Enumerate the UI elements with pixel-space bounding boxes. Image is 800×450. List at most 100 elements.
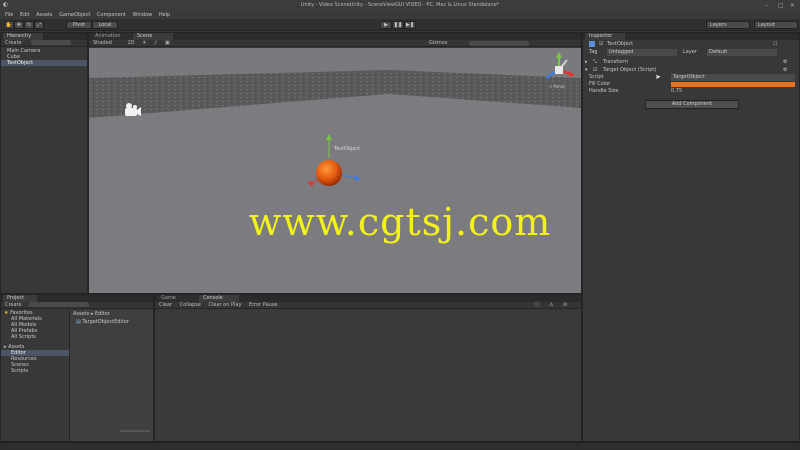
scene-search-input[interactable] <box>469 41 529 46</box>
console-log-area[interactable] <box>155 310 581 441</box>
layer-dropdown[interactable]: Default <box>707 49 777 56</box>
light-toggle-icon[interactable]: ☀ <box>142 40 146 46</box>
hierarchy-create-button[interactable]: Create <box>5 40 22 46</box>
transform-header[interactable]: ▸ ⤡ Transform ⚙ <box>583 59 799 66</box>
hierarchy-search-input[interactable] <box>31 40 72 45</box>
menu-file[interactable]: File <box>5 11 13 19</box>
scene-toolbar: Shaded 2D ☀ ♪ ▣ Gizmos <box>89 40 581 47</box>
console-clear-on-play-button[interactable]: Clear on Play <box>209 302 242 308</box>
layers-dropdown[interactable]: Layers <box>706 21 750 29</box>
tab-scene[interactable]: Scene <box>133 33 173 40</box>
tag-label: Tag <box>589 49 598 55</box>
watermark-text: www.cgtsj.com <box>248 200 552 244</box>
audio-toggle-icon[interactable]: ♪ <box>154 40 157 46</box>
menu-gameobject[interactable]: GameObject <box>59 11 90 19</box>
floor-plane <box>89 94 581 293</box>
script-field[interactable]: TargetObject <box>671 74 795 81</box>
window-title: Unity - Video SceneUnity - SceneViewGUI … <box>300 2 500 8</box>
project-create-button[interactable]: Create <box>5 302 22 308</box>
pause-button[interactable]: ❚❚ <box>392 21 404 29</box>
hierarchy-tabstrip: Hierarchy <box>1 33 87 40</box>
object-header: ☑ TestObject ☐ <box>583 41 799 48</box>
static-checkbox[interactable]: ☐ <box>773 41 777 48</box>
object-label: TestObject <box>333 146 360 152</box>
transform-icon: ⤡ <box>593 59 598 65</box>
mode-2d-button[interactable]: 2D <box>127 40 134 46</box>
fill-color-label: Fill Color <box>589 81 611 87</box>
handle-size-row: Handle Size 0.75 <box>583 88 799 95</box>
layout-dropdown[interactable]: Layout <box>754 21 798 29</box>
tab-animation[interactable]: Animation <box>91 33 131 40</box>
local-button[interactable]: Local <box>92 21 118 29</box>
persp-label: < Persp <box>549 84 565 89</box>
scene-viewport[interactable]: TestObject < Persp <box>89 48 581 293</box>
project-tabstrip: Project <box>1 295 153 302</box>
pivot-button[interactable]: Pivot <box>66 21 92 29</box>
script-label: Script <box>589 74 604 80</box>
gizmos-dropdown[interactable]: Gizmos <box>429 40 447 47</box>
active-checkbox[interactable]: ☑ <box>599 41 603 48</box>
tab-inspector[interactable]: Inspector <box>585 33 625 40</box>
tab-project[interactable]: Project <box>3 295 37 302</box>
gameobject-icon <box>589 41 595 47</box>
inspector-tabstrip: Inspector <box>583 33 799 40</box>
menu-window[interactable]: Window <box>133 11 153 19</box>
foldout-open-icon[interactable]: ▾ <box>585 67 588 74</box>
menu-help[interactable]: Help <box>159 11 170 19</box>
maximize-icon[interactable]: □ <box>778 2 784 9</box>
hand-tool-button[interactable]: ✋ <box>4 21 14 29</box>
tab-game[interactable]: Game <box>157 295 197 302</box>
console-warning-icon[interactable]: ⚠ <box>549 302 553 309</box>
component-settings-icon[interactable]: ⚙ <box>783 67 787 74</box>
add-component-button[interactable]: Add Component <box>645 100 739 109</box>
menu-bar: File Edit Assets GameObject Component Wi… <box>0 11 800 19</box>
menu-assets[interactable]: Assets <box>36 11 52 19</box>
console-info-icon[interactable]: ⓘ <box>535 302 540 309</box>
script-enabled-checkbox[interactable]: ☑ <box>593 67 597 74</box>
project-file-label: TargetObjectEditor <box>82 319 129 325</box>
fill-color-swatch[interactable] <box>671 82 795 87</box>
scale-tool-button[interactable]: ⤢ <box>34 21 44 29</box>
project-breadcrumb[interactable]: Assets ▸ Editor <box>70 311 153 317</box>
tab-hierarchy[interactable]: Hierarchy <box>3 33 43 40</box>
menu-edit[interactable]: Edit <box>20 11 30 19</box>
project-tree: ★ Favorites All Materials All Models All… <box>1 310 69 441</box>
tab-console[interactable]: Console <box>199 295 239 302</box>
step-button[interactable]: ▶❚ <box>404 21 416 29</box>
favorites-item[interactable]: All Scripts <box>1 334 69 340</box>
shaded-dropdown[interactable]: Shaded <box>93 40 112 46</box>
move-tool-button[interactable]: ✥ <box>14 21 24 29</box>
project-search-input[interactable] <box>29 302 90 307</box>
console-toolbar: Clear Collapse Clear on Play Error Pause… <box>155 302 581 309</box>
layer-label: Layer <box>683 49 697 55</box>
rotate-tool-button[interactable]: ↻ <box>24 21 34 29</box>
project-file-item[interactable]: ▤ TargetObjectEditor <box>70 319 153 325</box>
close-icon[interactable]: ✕ <box>790 2 795 9</box>
foldout-arrow-icon[interactable]: ▸ <box>585 59 588 66</box>
orange-sphere[interactable] <box>316 160 342 186</box>
transform-settings-icon[interactable]: ⚙ <box>783 59 787 66</box>
script-row: Script TargetObject <box>583 74 799 81</box>
play-button[interactable]: ▶ <box>380 21 392 29</box>
console-clear-button[interactable]: Clear <box>159 302 172 308</box>
fill-color-row: Fill Color <box>583 81 799 88</box>
console-collapse-button[interactable]: Collapse <box>180 302 201 308</box>
object-name-field[interactable]: TestObject <box>607 41 633 48</box>
component-header[interactable]: ▾ ☑ Target Object (Script) ⚙ <box>583 67 799 74</box>
hierarchy-item-testobject[interactable]: TestObject <box>1 60 87 66</box>
title-bar: ◐ Unity - Video SceneUnity - SceneViewGU… <box>0 0 800 11</box>
icon-size-slider[interactable] <box>120 430 150 432</box>
handle-size-label: Handle Size <box>589 88 619 94</box>
menu-component[interactable]: Component <box>97 11 126 19</box>
scene-panel: Animation Scene Shaded 2D ☀ ♪ ▣ Gizmos T… <box>88 32 582 294</box>
console-error-pause-button[interactable]: Error Pause <box>249 302 277 308</box>
handle-size-field[interactable]: 0.75 <box>671 88 682 95</box>
project-toolbar: Create <box>1 302 153 309</box>
script-file-icon: ▤ <box>76 319 81 325</box>
tag-dropdown[interactable]: Untagged <box>607 49 677 56</box>
effects-toggle-icon[interactable]: ▣ <box>165 40 170 46</box>
project-content: Assets ▸ Editor ▤ TargetObjectEditor <box>69 310 153 441</box>
console-error-icon[interactable]: ⊘ <box>563 302 567 309</box>
minimize-icon[interactable]: – <box>765 2 768 9</box>
assets-folder-item[interactable]: Scripts <box>1 368 69 374</box>
